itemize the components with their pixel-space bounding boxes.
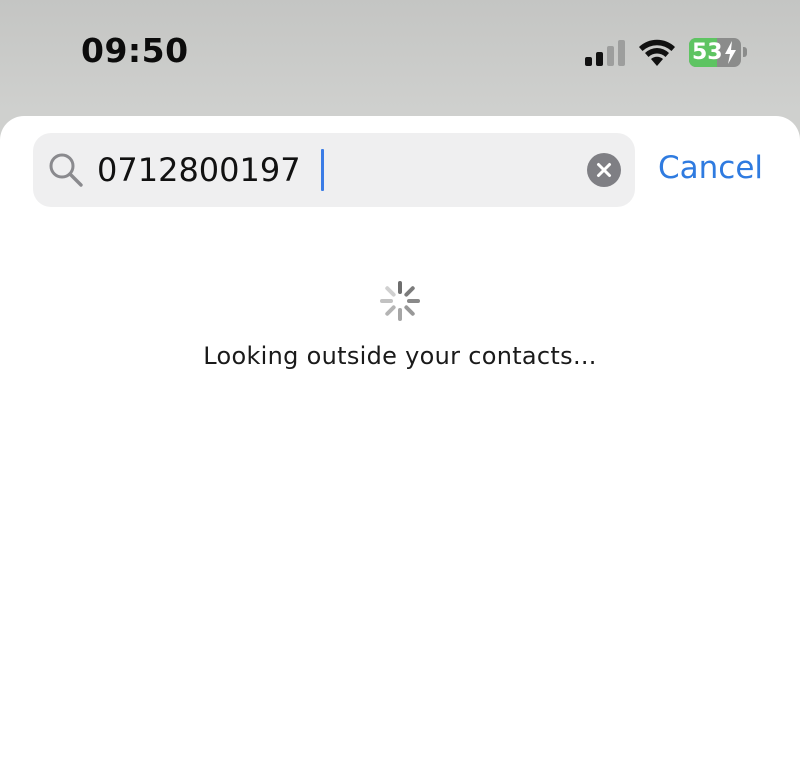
wifi-icon: [639, 39, 675, 66]
charging-bolt-icon: [725, 41, 736, 64]
battery-body: 53: [689, 38, 741, 67]
search-input[interactable]: [97, 146, 567, 194]
battery-indicator: 53: [689, 38, 749, 67]
spinner-spoke: [404, 286, 415, 297]
battery-level: 53: [692, 40, 723, 65]
clear-icon: [597, 163, 611, 177]
spinner-spoke: [385, 305, 396, 316]
spinner-icon: [380, 281, 420, 321]
search-sheet: Cancel Looking outside your contacts...: [0, 116, 800, 769]
loading-message: Looking outside your contacts...: [203, 342, 597, 370]
status-time: 09:50: [81, 31, 189, 70]
search-icon: [49, 153, 83, 187]
cancel-button[interactable]: Cancel: [658, 148, 763, 188]
battery-cap: [743, 47, 747, 57]
spinner-spoke: [385, 286, 396, 297]
clear-button[interactable]: [587, 153, 621, 187]
phone-screen: 09:50 53 0712800197 Cancel Looking outsi…: [0, 0, 800, 769]
text-cursor: [321, 149, 324, 191]
cellular-signal-icon: [585, 40, 625, 66]
status-bar: 09:50 53: [0, 0, 800, 110]
spinner-spoke: [404, 305, 415, 316]
search-bar[interactable]: [33, 133, 635, 207]
